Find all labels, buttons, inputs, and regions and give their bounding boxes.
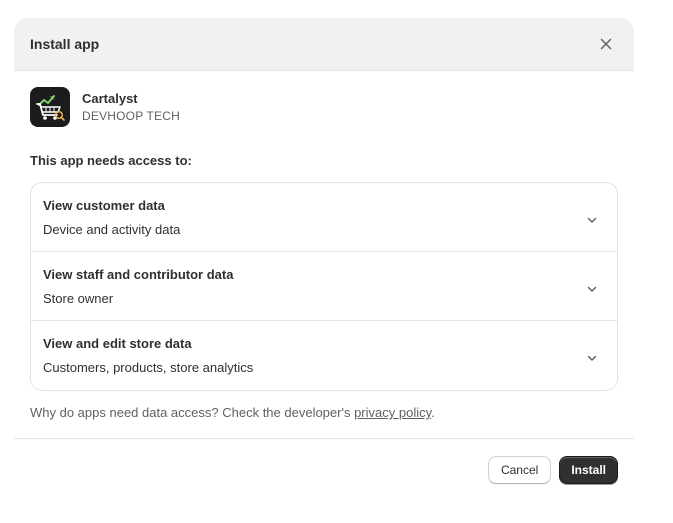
chevron-down-icon[interactable] bbox=[585, 213, 599, 227]
close-button[interactable] bbox=[594, 32, 618, 56]
install-app-modal: Install app Cartalyst DEVHOOP TECH This … bbox=[14, 18, 634, 500]
app-logo bbox=[30, 87, 70, 127]
install-button[interactable]: Install bbox=[559, 455, 618, 484]
access-heading: This app needs access to: bbox=[30, 153, 192, 168]
access-item-store-data[interactable]: View and edit store data Customers, prod… bbox=[31, 321, 617, 390]
app-info: Cartalyst DEVHOOP TECH bbox=[30, 87, 618, 127]
app-developer: DEVHOOP TECH bbox=[82, 108, 180, 123]
access-item-description: Customers, products, store analytics bbox=[43, 360, 254, 375]
close-icon bbox=[600, 38, 612, 50]
modal-header: Install app bbox=[14, 18, 634, 71]
access-item-title: View staff and contributor data bbox=[43, 267, 234, 282]
shopping-cart-analytics-icon bbox=[36, 95, 65, 121]
app-meta: Cartalyst DEVHOOP TECH bbox=[82, 90, 180, 125]
access-item-title: View customer data bbox=[43, 198, 165, 213]
access-list: View customer data Device and activity d… bbox=[30, 182, 618, 391]
access-item-staff-data[interactable]: View staff and contributor data Store ow… bbox=[31, 252, 617, 321]
footnote-suffix: . bbox=[431, 405, 435, 420]
footnote-text: Why do apps need data access? Check the … bbox=[30, 405, 355, 420]
data-access-footnote: Why do apps need data access? Check the … bbox=[30, 405, 618, 420]
app-name: Cartalyst bbox=[82, 90, 138, 106]
access-item-description: Store owner bbox=[43, 291, 114, 306]
modal-footer: Cancel Install bbox=[14, 438, 634, 500]
privacy-policy-link[interactable]: privacy policy bbox=[354, 405, 431, 420]
access-item-description: Device and activity data bbox=[43, 222, 181, 237]
access-item-title: View and edit store data bbox=[43, 336, 192, 351]
modal-title: Install app bbox=[30, 36, 100, 52]
modal-body: Cartalyst DEVHOOP TECH This app needs ac… bbox=[14, 71, 634, 420]
chevron-down-icon[interactable] bbox=[585, 351, 599, 365]
cancel-button[interactable]: Cancel bbox=[487, 455, 552, 484]
access-item-customer-data[interactable]: View customer data Device and activity d… bbox=[31, 183, 617, 252]
chevron-down-icon[interactable] bbox=[585, 282, 599, 296]
